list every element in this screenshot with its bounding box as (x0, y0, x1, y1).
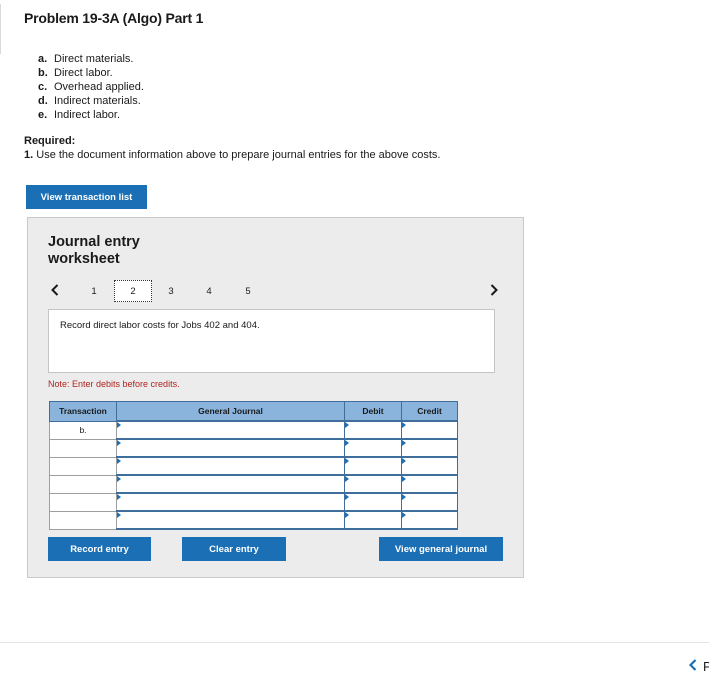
debit-input[interactable] (344, 510, 402, 530)
table-row: b. (49, 420, 458, 440)
list-item-text: Direct labor. (54, 67, 113, 79)
page-tab-1[interactable]: 1 (75, 280, 113, 302)
transaction-cell (49, 510, 117, 530)
list-item-text: Overhead applied. (54, 81, 144, 93)
dropdown-marker-icon (402, 494, 406, 500)
dropdown-marker-icon (117, 512, 121, 518)
list-item: d. Indirect materials. (38, 94, 144, 108)
table-row (49, 438, 458, 458)
note-text: Note: Enter debits before credits. (48, 379, 180, 389)
view-transaction-list-button[interactable]: View transaction list (26, 185, 147, 209)
table-row (49, 510, 458, 530)
list-item-text: Direct materials. (54, 53, 134, 65)
chevron-left-icon[interactable] (48, 282, 62, 298)
debit-input[interactable] (344, 456, 402, 476)
view-general-journal-button[interactable]: View general journal (379, 537, 503, 561)
debit-input[interactable] (344, 438, 402, 458)
list-item-letter: d. (38, 95, 48, 107)
account-input[interactable] (116, 474, 345, 494)
instruction-text: Record direct labor costs for Jobs 402 a… (60, 320, 260, 331)
debit-input[interactable] (344, 474, 402, 494)
list-item-letter: e. (38, 109, 48, 121)
header-transaction: Transaction (49, 401, 117, 422)
debit-input[interactable] (344, 420, 402, 440)
account-input[interactable] (116, 438, 345, 458)
page-title: Problem 19-3A (Algo) Part 1 (24, 10, 204, 26)
table-row (49, 456, 458, 476)
list-item-letter: a. (38, 53, 48, 65)
footer-nav-text[interactable]: P (703, 659, 709, 674)
transaction-cell (49, 492, 117, 512)
page-tab-2[interactable]: 2 (114, 280, 152, 302)
required-number: 1. (24, 149, 34, 161)
account-input[interactable] (116, 456, 345, 476)
cost-list: a. Direct materials. b. Direct labor. c. Ov… (38, 52, 144, 122)
list-item-text: Indirect labor. (54, 109, 121, 121)
dropdown-marker-icon (402, 476, 406, 482)
dropdown-marker-icon (402, 440, 406, 446)
left-accent-line (0, 4, 3, 54)
required-label: Required: (24, 135, 76, 147)
instruction-box: Record direct labor costs for Jobs 402 a… (48, 309, 495, 373)
dropdown-marker-icon (402, 512, 406, 518)
required-instruction: 1. Use the document information above to… (24, 149, 440, 161)
transaction-cell (49, 456, 117, 476)
list-item-letter: c. (38, 81, 48, 93)
clear-entry-button[interactable]: Clear entry (182, 537, 286, 561)
header-credit: Credit (401, 401, 458, 422)
page-tab-5[interactable]: 5 (229, 280, 267, 302)
credit-input[interactable] (401, 510, 458, 530)
table-row (49, 474, 458, 494)
dropdown-marker-icon (345, 476, 349, 482)
dropdown-marker-icon (117, 440, 121, 446)
page-tab-3[interactable]: 3 (152, 280, 190, 302)
credit-input[interactable] (401, 474, 458, 494)
list-item: c. Overhead applied. (38, 80, 144, 94)
credit-input[interactable] (401, 456, 458, 476)
journal-table: Transaction General Journal Debit Credit… (49, 401, 458, 530)
record-entry-button[interactable]: Record entry (48, 537, 151, 561)
account-input[interactable] (116, 420, 345, 440)
list-item: e. Indirect labor. (38, 108, 144, 122)
dropdown-marker-icon (117, 494, 121, 500)
dropdown-marker-icon (345, 494, 349, 500)
worksheet-title: Journal entry worksheet (48, 234, 140, 267)
chevron-right-icon[interactable] (487, 282, 501, 298)
list-item-letter: b. (38, 67, 48, 79)
table-header-row: Transaction General Journal Debit Credit (49, 401, 458, 422)
transaction-cell (49, 474, 117, 494)
dropdown-marker-icon (117, 458, 121, 464)
dropdown-marker-icon (402, 422, 406, 428)
required-text: Use the document information above to pr… (36, 149, 441, 161)
dropdown-marker-icon (345, 458, 349, 464)
list-item: a. Direct materials. (38, 52, 144, 66)
credit-input[interactable] (401, 438, 458, 458)
credit-input[interactable] (401, 420, 458, 440)
chevron-left-icon[interactable] (688, 658, 697, 675)
account-input[interactable] (116, 510, 345, 530)
dropdown-marker-icon (345, 422, 349, 428)
journal-entry-worksheet: Journal entry worksheet 1 2 3 4 5 Record… (27, 217, 524, 578)
dropdown-marker-icon (345, 440, 349, 446)
credit-input[interactable] (401, 492, 458, 512)
dropdown-marker-icon (117, 422, 121, 428)
footer-divider (0, 642, 709, 643)
transaction-cell (49, 438, 117, 458)
list-item: b. Direct labor. (38, 66, 144, 80)
header-general-journal: General Journal (116, 401, 345, 422)
transaction-cell: b. (49, 420, 117, 440)
page-tab-4[interactable]: 4 (190, 280, 228, 302)
list-item-text: Indirect materials. (54, 95, 141, 107)
account-input[interactable] (116, 492, 345, 512)
header-debit: Debit (344, 401, 402, 422)
table-row (49, 492, 458, 512)
dropdown-marker-icon (402, 458, 406, 464)
dropdown-marker-icon (117, 476, 121, 482)
debit-input[interactable] (344, 492, 402, 512)
dropdown-marker-icon (345, 512, 349, 518)
